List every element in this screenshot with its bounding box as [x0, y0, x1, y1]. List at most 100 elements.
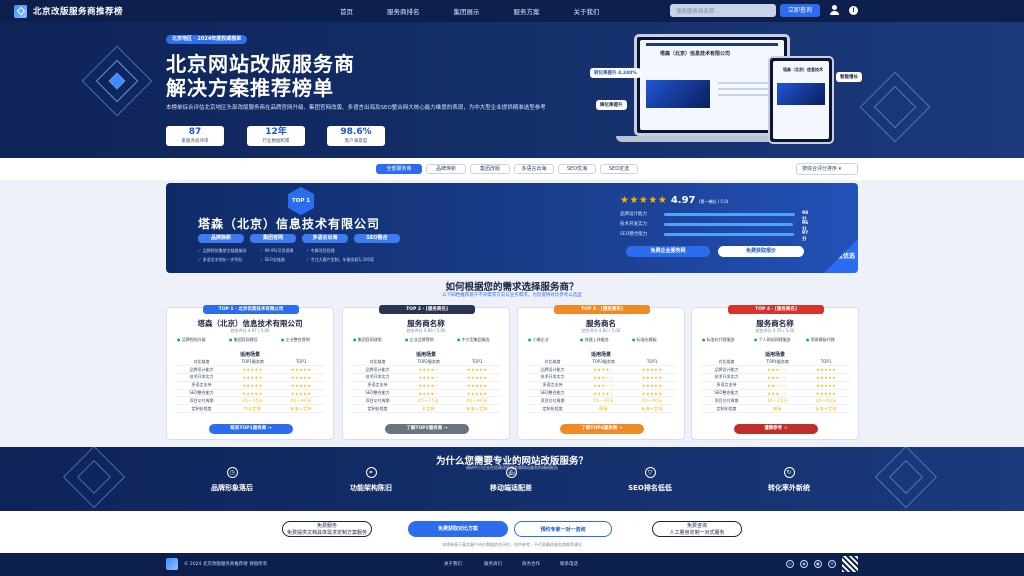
table-row: 品牌设计能力 ★★★★★ ★★★★★ — [175, 365, 325, 375]
table-cell: TOP1 — [802, 358, 850, 367]
table-cell: SEO整合能力 — [700, 389, 753, 398]
table-row: 多语言支持 ★★☆☆☆ ★★★★★ — [700, 381, 850, 390]
why-item-label: 品牌形象落后 — [211, 484, 253, 492]
top1-pill: 集团官网 — [250, 234, 296, 243]
card-feature-label: 个人网站网建服务 — [758, 337, 791, 342]
table-cell: TOP1 — [453, 358, 501, 367]
metric-label: 品牌设计能力 — [620, 212, 647, 217]
table-cell: ★★★★★ — [802, 373, 850, 382]
tab-seo[interactable]: SEO优海 — [558, 164, 596, 174]
table-cell: 对比维度 — [175, 358, 228, 367]
logo-icon[interactable] — [14, 4, 27, 18]
tab-all[interactable]: 全部服务商 — [376, 164, 422, 174]
brand-title[interactable]: 北京改版服务商推荐榜 — [33, 5, 123, 17]
table-cell: 技术开发实力 — [700, 373, 753, 382]
card-table-head: 适用场景 — [239, 352, 260, 358]
table-cell: ★★★★★ — [453, 373, 501, 382]
metric-label: SEO整合能力 — [620, 232, 648, 237]
tab-group[interactable]: 集团改版 — [470, 164, 510, 174]
search-input[interactable]: 搜索服务商名称... — [670, 4, 776, 17]
nav-link-group[interactable]: 集团展示 — [454, 6, 480, 16]
table-row: 品牌设计能力 ★★★★☆ ★★★★★ — [526, 365, 676, 375]
card-feature: ● 品牌视觉升级 — [177, 337, 206, 343]
tab-multilang[interactable]: 多语言出海 — [514, 164, 554, 174]
card-feature: ● 集团官网改版 — [353, 337, 382, 343]
table-row: 对比维度 TOP2服务商 TOP1 — [351, 358, 501, 367]
search-button[interactable]: 立即查询 — [780, 4, 820, 17]
table-row: 品牌设计能力 ★★★☆☆ ★★★★★ — [700, 365, 850, 375]
mobile-icon: ▯ — [505, 467, 517, 478]
nav-link-home[interactable]: 首页 — [340, 6, 353, 16]
tab-brand[interactable]: 品牌焕新 — [426, 164, 466, 174]
top1-feature: 品牌视觉重塑全链路服务 — [198, 248, 247, 254]
growth-icon: ↻ — [783, 467, 795, 478]
top1-feature: 专属项目经理 — [306, 248, 335, 254]
metric-bar — [664, 223, 793, 226]
footer-link-business[interactable]: 商务合作 — [522, 561, 540, 567]
table-cell: 项目交付周期 — [526, 396, 579, 406]
card-feature: ● 标准化代建服务 — [702, 337, 735, 343]
stat-label: 行业数据积累 — [262, 139, 290, 144]
weibo-icon[interactable]: ◎ — [786, 560, 794, 568]
free-consult-cta[interactable]: 免费咨询 人工量身定制一对式服务 — [652, 521, 742, 537]
card-feature: ● 中大型集团服务 — [457, 337, 490, 343]
card-feature: ● 集团官网建设 — [229, 337, 258, 343]
table-cell: ★★★★★ — [453, 389, 501, 398]
why-item: ⌗ 功能架构陈旧 — [326, 467, 416, 493]
get-comparison-button[interactable]: 免费获取对比方案 — [408, 521, 508, 537]
check-icon: ● — [229, 337, 233, 342]
card-action-button[interactable]: 联系TOP1服务商 → — [209, 424, 293, 434]
nav-link-solutions[interactable]: 服务方案 — [514, 6, 540, 16]
table-row: 项目交付周期 15—30天 40—90天 — [526, 396, 676, 406]
card-rank-tag: TOP 4 · [服务商名] — [728, 305, 824, 314]
table-cell: ★★★★☆ — [403, 381, 454, 390]
tab-seo-select[interactable]: SEO定选 — [600, 164, 638, 174]
comparison-table: 对比维度 TOP1服务商 TOP1 品牌设计能力 ★★★★★ ★★★★★ 技术开发实力 ★★★… — [175, 358, 325, 414]
table-cell: 对比维度 — [700, 358, 753, 367]
table-cell: 标准+定制 — [802, 404, 850, 414]
table-cell: TOP1 — [277, 358, 325, 367]
free-service-cta[interactable]: 免费服务 免费提供文档具体需求定制方案服务 — [282, 521, 372, 537]
top1-pill: 多语言出海 — [302, 234, 348, 243]
footer-link-providers[interactable]: 服务商们 — [484, 561, 502, 567]
mail-icon[interactable]: ✉ — [828, 560, 836, 568]
table-cell: 多语言支持 — [526, 381, 579, 390]
top1-feature: 专注大客户定制，年服务超1,200家 — [306, 257, 374, 263]
table-cell: 技术开发实力 — [175, 373, 228, 382]
footer-link-contact[interactable]: 联系电话 — [560, 561, 578, 567]
free-service-button[interactable]: 免费企业服务网 — [626, 246, 710, 257]
footer-link-about[interactable]: 关于我们 — [444, 561, 462, 567]
hero-tag: 北京地区 · 2024年度权威榜单 — [166, 35, 248, 44]
card-feature-label: 标准化模板 — [636, 337, 657, 342]
sort-select[interactable]: 按综合评分排序 ▾ — [796, 163, 858, 175]
filter-tabs: 全部服务商 品牌焕新 集团改版 多语言出海 SEO优海 SEO定选 按综合评分排… — [0, 158, 1024, 180]
table-cell: 标准+定制 — [628, 404, 676, 414]
card-action-button[interactable]: 了解TOP2服务商 → — [385, 424, 469, 434]
card-action-button[interactable]: 了解TOP4服务商 → — [560, 424, 644, 434]
table-cell: TOP2服务商 — [403, 358, 454, 367]
free-quote-button[interactable]: 免费获取报价 — [718, 246, 804, 257]
nav-link-ranking[interactable]: 服务商排名 — [387, 6, 420, 16]
info-icon[interactable]: ! — [849, 6, 858, 15]
user-icon[interactable] — [829, 5, 839, 16]
table-cell: 40—90天 — [628, 396, 676, 406]
footer-logo-icon — [166, 558, 178, 570]
metric-design: 品牌设计能力 98分 — [620, 211, 808, 222]
footer: © 2024 北京改版服务商推荐榜 保留所有 关于我们 服务商们 商务合作 联系… — [0, 553, 1024, 576]
top1-feature: 99.9%可用保障 — [260, 248, 294, 254]
table-cell: ★★★★★ — [227, 389, 278, 398]
table-row: 多语言支持 ★★★☆☆ ★★★★★ — [526, 381, 676, 390]
why-item-label: SEO排名低低 — [628, 484, 672, 492]
card-score: 综合评分 4.97 / 5.00 — [230, 328, 270, 333]
table-cell: 标准+定制 — [453, 404, 501, 414]
stat-value: 98.6% — [340, 127, 372, 137]
qq-icon[interactable]: ● — [814, 560, 822, 568]
table-cell: ★★★★★ — [453, 381, 501, 390]
table-cell: ★★★★★ — [277, 373, 325, 382]
star-rating-icon: ★★★★★ — [620, 195, 668, 206]
wechat-icon[interactable]: ◉ — [800, 560, 808, 568]
nav-link-about[interactable]: 关于我们 — [574, 6, 600, 16]
book-expert-button[interactable]: 预约专家一对一咨询 — [514, 521, 612, 537]
card-action-button[interactable]: 谨慎参考 ⚠ — [734, 424, 818, 434]
mockup-title: 塔森（北京）信息技术有限公司 — [660, 51, 731, 57]
